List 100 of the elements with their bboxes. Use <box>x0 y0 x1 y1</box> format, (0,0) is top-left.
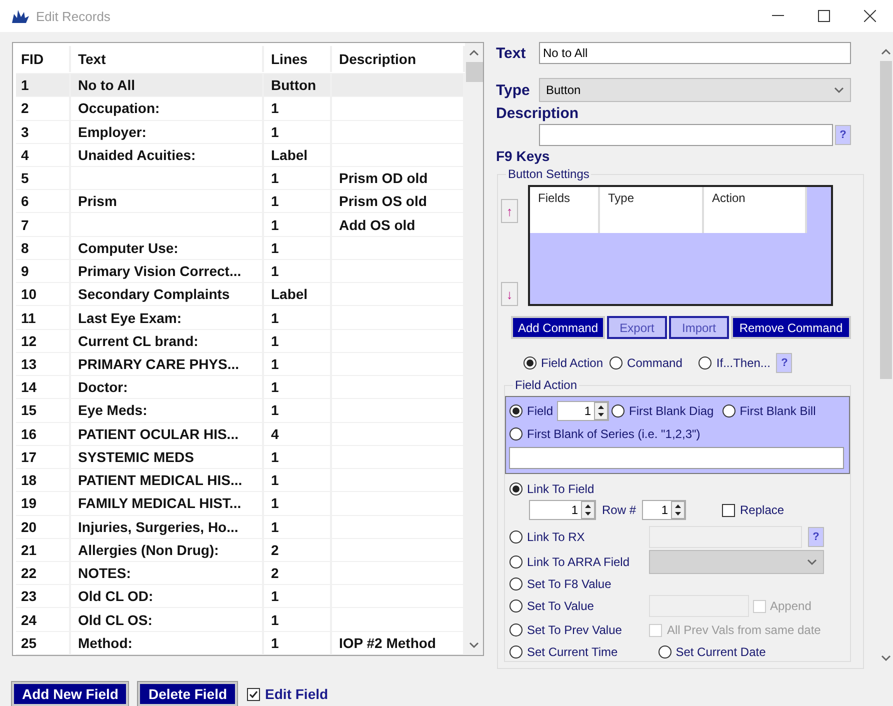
table-row[interactable]: 23 Old CL OD: 1 <box>16 585 465 608</box>
scroll-down-icon[interactable] <box>880 655 890 662</box>
table-row[interactable]: 3 Employer: 1 <box>16 120 465 144</box>
option-label: Link To ARRA Field <box>527 555 630 569</box>
command-button[interactable]: Remove Command <box>731 316 851 339</box>
spin-field[interactable]: 1 <box>642 500 686 520</box>
help-button[interactable]: ? <box>835 125 851 145</box>
field-button[interactable]: Delete Field <box>138 682 238 706</box>
table-row[interactable]: 2 Occupation: 1 <box>16 97 465 121</box>
radio-button[interactable] <box>509 530 523 544</box>
column-header[interactable]: Lines <box>264 46 332 72</box>
option-label: First Blank Bill <box>740 404 816 418</box>
spin-arrows-icon[interactable] <box>671 501 686 519</box>
radio-button[interactable] <box>509 599 523 613</box>
radio-button[interactable] <box>509 645 523 659</box>
radio-button[interactable] <box>523 356 537 370</box>
table-row[interactable]: 25 Method: 1 IOP #2 Method <box>16 632 465 655</box>
column-header[interactable]: Fields <box>538 191 570 205</box>
table-row[interactable]: 9 Primary Vision Correct... 1 <box>16 260 465 284</box>
radio-button[interactable] <box>611 404 626 418</box>
scroll-thumb[interactable] <box>880 61 892 379</box>
description-field[interactable] <box>539 124 833 146</box>
table-cell: PATIENT OCULAR HIS... <box>78 426 238 442</box>
type-select[interactable]: Button <box>539 78 851 102</box>
radio-button[interactable] <box>509 482 523 496</box>
table-cell: 21 <box>21 542 37 558</box>
table-cell: Prism <box>78 193 117 210</box>
chevron-down-icon[interactable] <box>834 86 844 94</box>
minimize-icon[interactable] <box>772 15 784 17</box>
radio-button[interactable] <box>509 427 523 441</box>
radio-button[interactable] <box>509 577 523 591</box>
table-row[interactable]: 18 PATIENT MEDICAL HIS... 1 <box>16 469 465 492</box>
help-button[interactable]: ? <box>776 353 792 373</box>
table-cell: 1 <box>271 612 279 628</box>
radio-button[interactable] <box>509 404 523 418</box>
chevron-down-icon[interactable] <box>807 558 817 566</box>
radio-button[interactable] <box>698 356 712 370</box>
group-label: Field Action <box>513 378 580 392</box>
table-row[interactable]: 24 Old CL OS: 1 <box>16 608 465 632</box>
radio-button[interactable] <box>609 356 624 370</box>
table-row[interactable]: 21 Allergies (Non Drug): 2 <box>16 538 465 562</box>
command-button[interactable]: Add Command <box>511 316 605 339</box>
field-button[interactable]: Add New Field <box>12 682 128 706</box>
maximize-icon[interactable] <box>818 10 830 22</box>
table-row[interactable]: 14 Doctor: 1 <box>16 376 465 400</box>
spin-arrows-icon[interactable] <box>581 501 595 519</box>
option-label: Command <box>627 356 682 370</box>
spin-field[interactable]: 1 <box>529 500 596 520</box>
table-row[interactable]: 15 Eye Meds: 1 <box>16 399 465 423</box>
radio-button[interactable] <box>722 404 736 418</box>
scroll-up-icon[interactable] <box>469 49 479 56</box>
table-cell: 1 <box>271 518 279 535</box>
column-header[interactable]: Action <box>712 191 746 205</box>
scroll-thumb[interactable] <box>466 62 482 82</box>
option-label: Set To Prev Value <box>527 623 622 637</box>
table-cell: 20 <box>21 518 37 535</box>
series-field[interactable] <box>509 447 844 469</box>
spin-field[interactable]: 1 <box>557 401 610 421</box>
table-row[interactable]: 10 Secondary Complaints Label <box>16 283 465 306</box>
table-cell: 1 <box>271 216 279 233</box>
table-row[interactable]: 22 NOTES: 2 <box>16 562 465 586</box>
table-cell: Unaided Acuities: <box>78 146 196 163</box>
move-up-button[interactable]: ↑ <box>501 199 518 223</box>
table-row[interactable]: 17 SYSTEMIC MEDS 1 <box>16 446 465 470</box>
table-cell: 16 <box>21 426 37 442</box>
close-icon[interactable] <box>864 10 876 22</box>
table-row[interactable]: 19 FAMILY MEDICAL HIST... 1 <box>16 492 465 516</box>
table-row[interactable]: 6 Prism 1 Prism OS old <box>16 190 465 214</box>
column-header[interactable]: FID <box>16 46 71 72</box>
radio-button[interactable] <box>658 645 672 659</box>
scroll-down-icon[interactable] <box>469 642 479 649</box>
table-row[interactable]: 20 Injuries, Surgeries, Ho... 1 <box>16 516 465 539</box>
table-row[interactable]: 1 No to All Button <box>16 74 465 98</box>
table-row[interactable]: 8 Computer Use: 1 <box>16 236 465 260</box>
table-row[interactable]: 5 1 Prism OD old <box>16 167 465 190</box>
text-field[interactable]: No to All <box>539 42 851 64</box>
option-label: Link To RX <box>527 530 585 544</box>
table-row[interactable]: 11 Last Eye Exam: 1 <box>16 306 465 330</box>
checkbox[interactable] <box>722 504 736 516</box>
checkbox[interactable] <box>247 688 260 700</box>
spin-arrows-icon[interactable] <box>594 402 608 420</box>
arra-field-select[interactable] <box>649 550 824 574</box>
table-cell: 1 <box>271 588 279 604</box>
radio-button[interactable] <box>509 623 523 637</box>
column-header[interactable]: Text <box>71 46 264 72</box>
group-label: Button Settings <box>506 167 592 181</box>
table-row[interactable]: 13 PRIMARY CARE PHYS... 1 <box>16 352 465 376</box>
scroll-up-icon[interactable] <box>880 48 890 55</box>
table-cell: Current CL brand: <box>78 332 198 349</box>
table-cell: 1 <box>271 332 279 349</box>
table-row[interactable]: 7 1 Add OS old <box>16 213 465 237</box>
column-header[interactable]: Type <box>608 191 634 205</box>
table-cell: 19 <box>21 495 37 512</box>
table-row[interactable]: 12 Current CL brand: 1 <box>16 330 465 353</box>
move-down-button[interactable]: ↓ <box>501 282 518 306</box>
table-cell: 4 <box>271 426 279 442</box>
help-button[interactable]: ? <box>808 527 824 547</box>
table-row[interactable]: 16 PATIENT OCULAR HIS... 4 <box>16 422 465 446</box>
radio-button[interactable] <box>509 555 523 569</box>
table-row[interactable]: 4 Unaided Acuities: Label <box>16 144 465 168</box>
